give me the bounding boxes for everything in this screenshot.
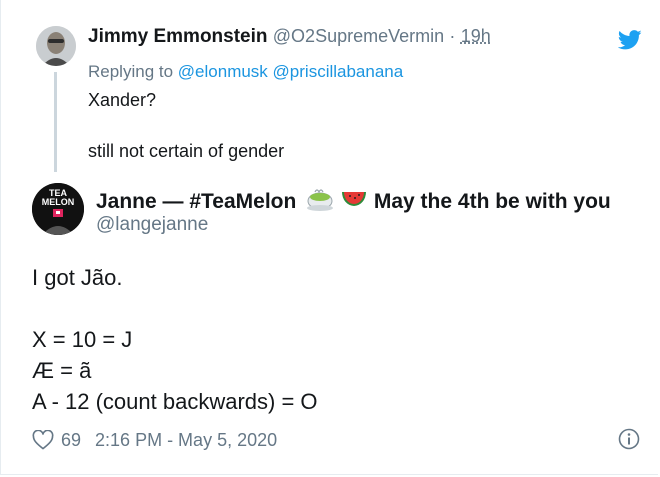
person-avatar-icon xyxy=(36,26,76,66)
tea-melon-avatar-icon: TEA MELON xyxy=(32,183,84,235)
main-author-handle[interactable]: @langejanne xyxy=(96,214,208,236)
heart-icon[interactable] xyxy=(32,430,54,450)
tweet-text-line: X = 10 = J xyxy=(32,327,133,352)
tweet-footer: 69 2:16 PM - May 5, 2020 xyxy=(32,428,277,452)
watermelon-emoji-icon xyxy=(342,192,367,206)
parent-header: Jimmy Emmonstein @O2SupremeVermin · 19h xyxy=(88,26,491,48)
matcha-tea-emoji-icon xyxy=(307,189,334,211)
main-author-display-name: Janne — #TeaMelon xyxy=(96,190,297,213)
thread-connector-line xyxy=(54,72,57,172)
tweet-timestamp[interactable]: 2:16 PM - May 5, 2020 xyxy=(95,430,277,451)
replying-to: Replying to @elonmusk @priscillabanana xyxy=(88,62,403,82)
main-author-name-suffix: May the 4th be with you xyxy=(373,190,611,213)
mention-link[interactable]: @priscillabanana xyxy=(273,62,404,81)
tweet-text-line: Æ = ã xyxy=(32,358,92,383)
mention-link[interactable]: @elonmusk xyxy=(178,62,268,81)
tweet-text-line xyxy=(32,293,318,324)
parent-text-line: Xander? xyxy=(88,90,157,110)
tweet-text-line: A - 12 (count backwards) = O xyxy=(32,389,318,414)
replying-prefix: Replying to xyxy=(88,62,174,81)
parent-time[interactable]: 19h xyxy=(461,26,491,46)
tweet-text-line: I got Jão. xyxy=(32,265,123,290)
main-author-name[interactable]: Janne — #TeaMelon May the 4th be with yo… xyxy=(96,186,611,214)
parent-tweet: Jimmy Emmonstein @O2SupremeVermin · 19h … xyxy=(0,0,660,180)
like-count[interactable]: 69 xyxy=(61,430,81,451)
main-tweet-text: I got Jão. X = 10 = J Æ = ã A - 12 (coun… xyxy=(32,262,318,417)
avatar-text: MELON xyxy=(42,197,75,207)
twitter-bird-icon[interactable] xyxy=(618,30,642,50)
main-avatar[interactable]: TEA MELON xyxy=(32,183,84,235)
parent-author-handle[interactable]: @O2SupremeVermin xyxy=(273,26,444,46)
parent-text-line: still not certain of gender xyxy=(88,141,285,161)
separator-dot: · xyxy=(449,26,456,46)
parent-author-name[interactable]: Jimmy Emmonstein xyxy=(88,26,268,47)
info-icon[interactable] xyxy=(618,428,640,450)
parent-avatar[interactable] xyxy=(36,26,76,66)
